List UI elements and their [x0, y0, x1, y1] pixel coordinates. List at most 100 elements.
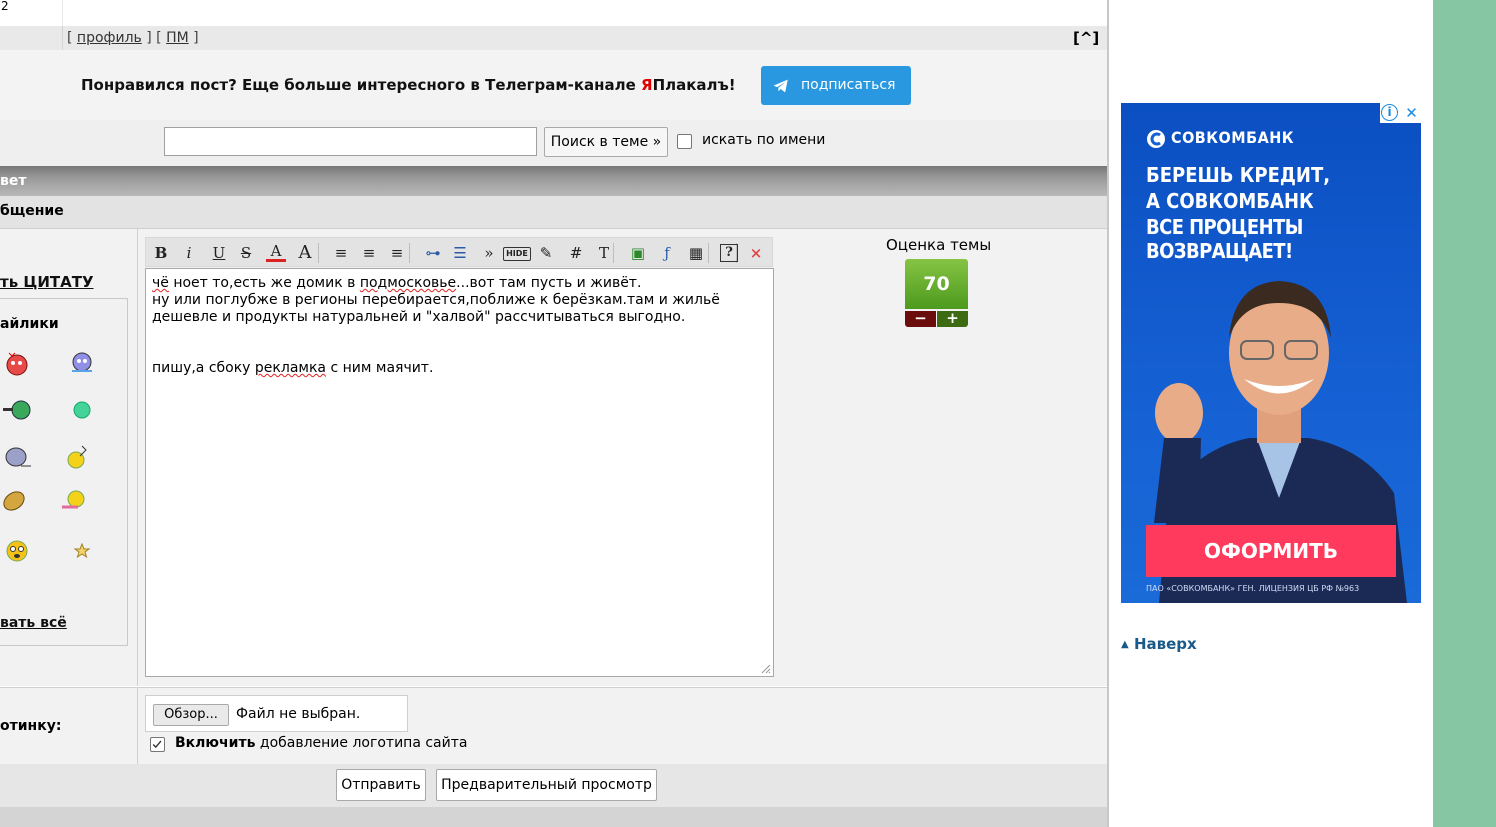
search-in-topic-button[interactable]: Поиск в теме »: [544, 127, 668, 157]
subscribe-button[interactable]: подписаться: [761, 66, 911, 105]
ad-headline-2: А СОВКОМБАНК: [1146, 189, 1314, 213]
insert-quote-link[interactable]: ть ЦИТАТУ: [0, 273, 94, 291]
up-arrow-icon: ▲: [1121, 639, 1129, 650]
topic-rating-label: Оценка темы: [886, 236, 992, 254]
align-right-icon[interactable]: ≡: [387, 243, 407, 263]
upload-row: отинку: Обзор... Файл не выбран. Включит…: [0, 687, 1107, 765]
resize-handle-icon[interactable]: [761, 664, 771, 674]
pm-link[interactable]: ПМ: [166, 30, 189, 46]
promo-text-main: Понравился пост? Еще больше интересного …: [81, 76, 642, 94]
text-span: ...вот там пусть и живёт.: [456, 275, 642, 291]
ad-close-icon[interactable]: ✕: [1402, 103, 1421, 123]
ad-brand: СОВКОМБАНК: [1171, 128, 1295, 147]
smiley-dancing-icon[interactable]: [60, 487, 88, 515]
sovcombank-ad[interactable]: СОВКОМБАНК БЕРЕШЬ КРЕДИТ, А СОВКОМБАНК В…: [1121, 103, 1421, 603]
profile-link[interactable]: профиль: [77, 30, 142, 46]
browse-button[interactable]: Обзор...: [153, 704, 229, 726]
smiley-round-icon[interactable]: [68, 396, 96, 424]
editor-toolbar: Bi U S A A ≡ ≡ ≡ ⊶ ☰» HIDE ✎ # T ▣ ƒ ▦? ×: [145, 237, 773, 267]
brand-name: Плакалъ!: [652, 76, 736, 94]
column-separator: [137, 688, 138, 765]
misspelled-word: чё: [152, 275, 169, 291]
smiley-gun-icon[interactable]: [3, 396, 31, 424]
promo-text: Понравился пост? Еще больше интересного …: [81, 76, 736, 94]
search-by-name-checkbox[interactable]: [677, 134, 692, 149]
column-separator: [137, 229, 138, 686]
link-icon[interactable]: ⊶: [423, 243, 443, 263]
quote-icon[interactable]: »: [479, 243, 499, 263]
column-divider: [1107, 0, 1109, 827]
flash-icon[interactable]: ƒ: [657, 243, 677, 263]
topic-rating-value: 70: [905, 259, 968, 309]
message-line: ну или поглубже в регионы перебирается,п…: [152, 292, 720, 308]
ad-license-text: ПАО «СОВКОМБАНК» ГЕН. ЛИЦЕНЗИЯ ЦБ РФ №96…: [1146, 584, 1360, 593]
rating-plus-button[interactable]: +: [937, 311, 968, 327]
profile-links: [ профиль ] [ ПМ ]: [67, 30, 199, 46]
reply-header-title: вет: [0, 173, 27, 189]
strikethrough-icon[interactable]: S: [236, 243, 256, 263]
message-line: чё ноет то,есть же домик в подмосковье..…: [152, 275, 767, 292]
ad-info-icon[interactable]: i: [1381, 104, 1398, 121]
typeface-icon[interactable]: T: [594, 243, 614, 263]
preview-button[interactable]: Предварительный просмотр: [436, 769, 657, 801]
bracket: ] [: [146, 30, 162, 46]
page-background-strip: [1433, 0, 1496, 827]
send-button[interactable]: Отправить: [336, 769, 426, 801]
file-status: Файл не выбран.: [236, 706, 361, 722]
smiley-guitar-icon[interactable]: [0, 487, 28, 515]
video-icon[interactable]: ▦: [686, 243, 706, 263]
text-span: ноет то,есть же домик в: [168, 275, 360, 291]
align-center-icon[interactable]: ≡: [359, 243, 379, 263]
image-icon[interactable]: ▣: [628, 243, 648, 263]
italic-icon[interactable]: i: [179, 243, 199, 263]
scroll-top-button[interactable]: [^]: [1073, 29, 1099, 47]
ad-cta-button[interactable]: ОФОРМИТЬ: [1146, 525, 1396, 577]
toolbar-separator: [409, 243, 410, 263]
message-line: пишу,а сбоку рекламка с ним маячит.: [152, 360, 767, 377]
search-by-name-label: искать по имени: [702, 132, 826, 148]
back-to-top-link[interactable]: ▲ Наверх: [1121, 635, 1197, 653]
align-left-icon[interactable]: ≡: [331, 243, 351, 263]
back-to-top-label: Наверх: [1133, 635, 1197, 653]
underline-icon[interactable]: U: [209, 243, 229, 263]
message-textarea[interactable]: чё ноет то,есть же домик в подмосковье..…: [145, 268, 774, 677]
list-icon[interactable]: ☰: [450, 243, 470, 263]
misspelled-word: рекламка: [254, 360, 327, 376]
forum-footer-strip: [0, 807, 1107, 827]
topic-search-row: Поиск в теме » искать по имени: [0, 120, 1107, 166]
hide-icon[interactable]: HIDE: [503, 247, 531, 261]
topic-search-input[interactable]: [164, 127, 537, 156]
smiley-crying-icon[interactable]: [68, 349, 96, 377]
add-logo-label: Включить добавление логотипа сайта: [175, 735, 467, 751]
post-number: 2: [1, 0, 9, 13]
telegram-plane-icon: [773, 79, 788, 93]
message-subheader: бщение: [0, 196, 1107, 229]
message-line: дешевле и продукты натуральней и "халвой…: [152, 309, 686, 325]
edit-icon[interactable]: ✎: [536, 243, 556, 263]
font-size-icon[interactable]: A: [295, 243, 315, 263]
smiley-shocked-icon[interactable]: [3, 536, 31, 564]
smiley-sad-blob-icon[interactable]: [3, 442, 31, 470]
file-picker: Обзор... Файл не выбран.: [145, 695, 408, 732]
hash-icon[interactable]: #: [566, 243, 586, 263]
show-all-smilies-link[interactable]: вать всё: [0, 615, 67, 631]
rating-minus-button[interactable]: −: [905, 311, 936, 327]
brand-letter: Я: [641, 76, 653, 94]
column-separator: [62, 26, 63, 50]
bold-icon[interactable]: B: [151, 243, 171, 263]
smiley-inlove-icon[interactable]: [3, 349, 31, 377]
smilies-title: айлики: [0, 316, 59, 332]
add-logo-rest: добавление логотипа сайта: [255, 735, 468, 751]
close-icon[interactable]: ×: [746, 243, 766, 263]
telegram-promo: Понравился пост? Еще больше интересного …: [0, 50, 1107, 120]
ad-choices: i ✕: [1380, 103, 1421, 123]
smiley-star-icon[interactable]: [68, 536, 96, 564]
misspelled-word: подмосковье: [359, 275, 457, 291]
smiley-music-icon[interactable]: [64, 442, 92, 470]
help-icon[interactable]: ?: [720, 244, 738, 262]
smilies-panel: айлики вать всё: [0, 298, 128, 646]
bracket: ]: [193, 30, 199, 46]
add-logo-checkbox[interactable]: [150, 737, 165, 752]
font-color-icon[interactable]: A: [266, 243, 286, 262]
